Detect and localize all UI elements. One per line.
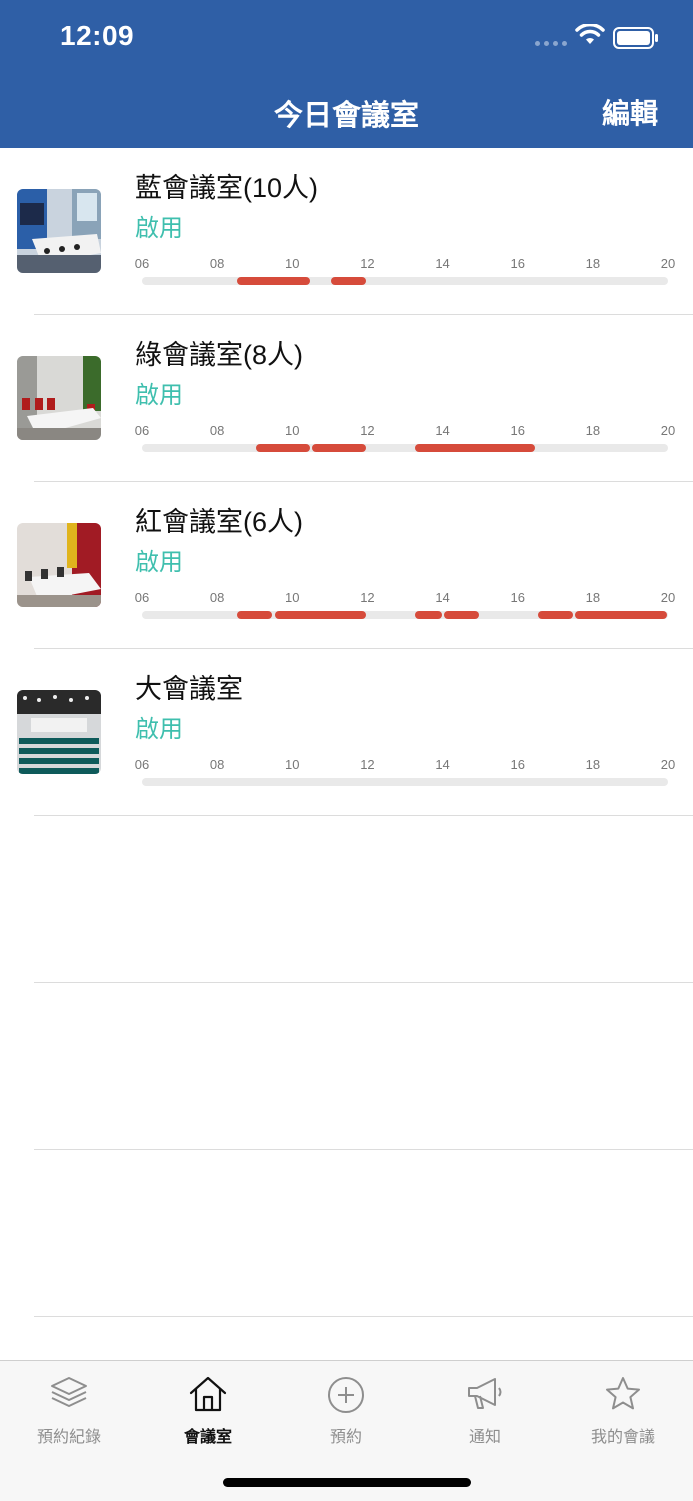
tab-home[interactable]: 會議室 <box>139 1361 277 1461</box>
hour-tick-label: 18 <box>585 423 601 438</box>
hour-tick-label: 12 <box>360 757 375 772</box>
empty-row <box>0 816 693 983</box>
booking-segment[interactable] <box>236 277 311 285</box>
schedule-track <box>142 444 668 452</box>
room-status: 啟用 <box>135 716 183 743</box>
tab-label: 通知 <box>468 1429 501 1446</box>
cellular-signal-icon <box>535 41 567 46</box>
room-status: 啟用 <box>135 382 183 409</box>
empty-row <box>0 1150 693 1317</box>
booking-segment[interactable] <box>255 444 311 452</box>
status-time: 12:09 <box>60 20 135 51</box>
booking-segment[interactable] <box>443 611 480 619</box>
page-title: 今日會議室 <box>273 100 419 132</box>
hour-tick-label: 10 <box>285 256 300 271</box>
hour-tick-label: 12 <box>360 256 375 271</box>
battery-icon <box>613 27 658 49</box>
plus-circle-icon <box>326 1375 366 1420</box>
empty-row <box>0 983 693 1150</box>
hour-tick-label: 12 <box>360 590 375 605</box>
hour-tick-label: 18 <box>585 590 601 605</box>
tab-star[interactable]: 我的會議 <box>554 1361 692 1461</box>
hour-tick-label: 20 <box>660 256 676 271</box>
booking-segment[interactable] <box>537 611 574 619</box>
wifi-icon <box>575 24 605 44</box>
room-name: 綠會議室(8人) <box>135 340 303 370</box>
tab-label: 會議室 <box>183 1429 232 1446</box>
home-icon <box>188 1375 228 1418</box>
hour-tick-label: 20 <box>660 757 676 772</box>
hour-tick-label: 16 <box>510 757 525 772</box>
hour-tick-label: 10 <box>285 757 300 772</box>
hour-tick-label: 06 <box>134 423 150 438</box>
booking-segment[interactable] <box>312 444 367 452</box>
tab-plus-circle[interactable]: 預約 <box>277 1361 415 1461</box>
hour-tick-label: 16 <box>510 256 525 271</box>
hour-tick-label: 08 <box>209 256 225 271</box>
hour-tick-label: 18 <box>585 757 601 772</box>
hour-tick-label: 12 <box>360 423 375 438</box>
booking-segment[interactable] <box>415 611 442 619</box>
tab-label: 預約紀錄 <box>36 1429 101 1446</box>
booking-segment[interactable] <box>274 611 367 619</box>
hour-scale: 06 08 10 12 14 16 18 20 <box>0 256 693 272</box>
hour-tick-label: 16 <box>510 423 525 438</box>
megaphone-icon <box>465 1375 505 1418</box>
star-icon <box>603 1375 643 1418</box>
room-row[interactable]: 大會議室啟用 06 08 10 12 14 16 18 20 <box>0 649 693 816</box>
room-row[interactable]: 紅會議室(6人) 啟用 06 08 10 12 14 16 18 20 <box>0 482 693 649</box>
schedule-track <box>142 277 668 285</box>
layers-icon <box>49 1375 89 1416</box>
tab-layers[interactable]: 預約紀錄 <box>0 1361 138 1461</box>
hour-tick-label: 16 <box>510 590 525 605</box>
tab-label: 我的會議 <box>590 1429 655 1446</box>
hour-tick-label: 10 <box>285 423 300 438</box>
room-name: 大會議室 <box>135 674 243 704</box>
hour-tick-label: 08 <box>209 590 225 605</box>
hour-scale: 06 08 10 12 14 16 18 20 <box>0 423 693 439</box>
tab-megaphone[interactable]: 通知 <box>416 1361 554 1461</box>
schedule-track <box>142 611 668 619</box>
hour-tick-label: 18 <box>585 256 601 271</box>
header: 12:09 今日會議室 編輯 <box>0 0 693 148</box>
booking-segment[interactable] <box>236 611 273 619</box>
room-status: 啟用 <box>135 215 183 242</box>
hour-tick-label: 06 <box>134 757 150 772</box>
hour-tick-label: 10 <box>285 590 300 605</box>
room-status: 啟用 <box>135 549 183 576</box>
home-indicator <box>223 1478 471 1487</box>
booking-segment[interactable] <box>575 611 667 619</box>
edit-button[interactable]: 編輯 <box>602 92 658 132</box>
room-row[interactable]: 藍會議室(10人) 啟用 06 08 10 12 14 16 18 20 <box>0 148 693 315</box>
hour-tick-label: 06 <box>134 590 150 605</box>
hour-tick-label: 14 <box>435 256 450 271</box>
booking-segment[interactable] <box>330 277 367 285</box>
hour-tick-label: 14 <box>435 757 450 772</box>
booking-segment[interactable] <box>415 444 536 452</box>
hour-tick-label: 08 <box>209 757 225 772</box>
schedule-track <box>142 778 668 786</box>
hour-tick-label: 20 <box>660 423 676 438</box>
tab-label: 預約 <box>329 1429 362 1446</box>
room-list: 藍會議室(10人) 啟用 06 08 10 12 14 16 18 20 綠會議室(8人) 啟用 06 0… <box>0 148 693 1317</box>
hour-tick-label: 14 <box>435 423 450 438</box>
hour-tick-label: 08 <box>209 423 225 438</box>
hour-scale: 06 08 10 12 14 16 18 20 <box>0 590 693 606</box>
hour-tick-label: 14 <box>435 590 450 605</box>
hour-tick-label: 20 <box>660 590 676 605</box>
room-name: 藍會議室(10人) <box>135 173 319 203</box>
hour-scale: 06 08 10 12 14 16 18 20 <box>0 757 693 773</box>
room-name: 紅會議室(6人) <box>135 507 303 537</box>
room-row[interactable]: 綠會議室(8人) 啟用 06 08 10 12 14 16 18 20 <box>0 315 693 482</box>
hour-tick-label: 06 <box>134 256 150 271</box>
